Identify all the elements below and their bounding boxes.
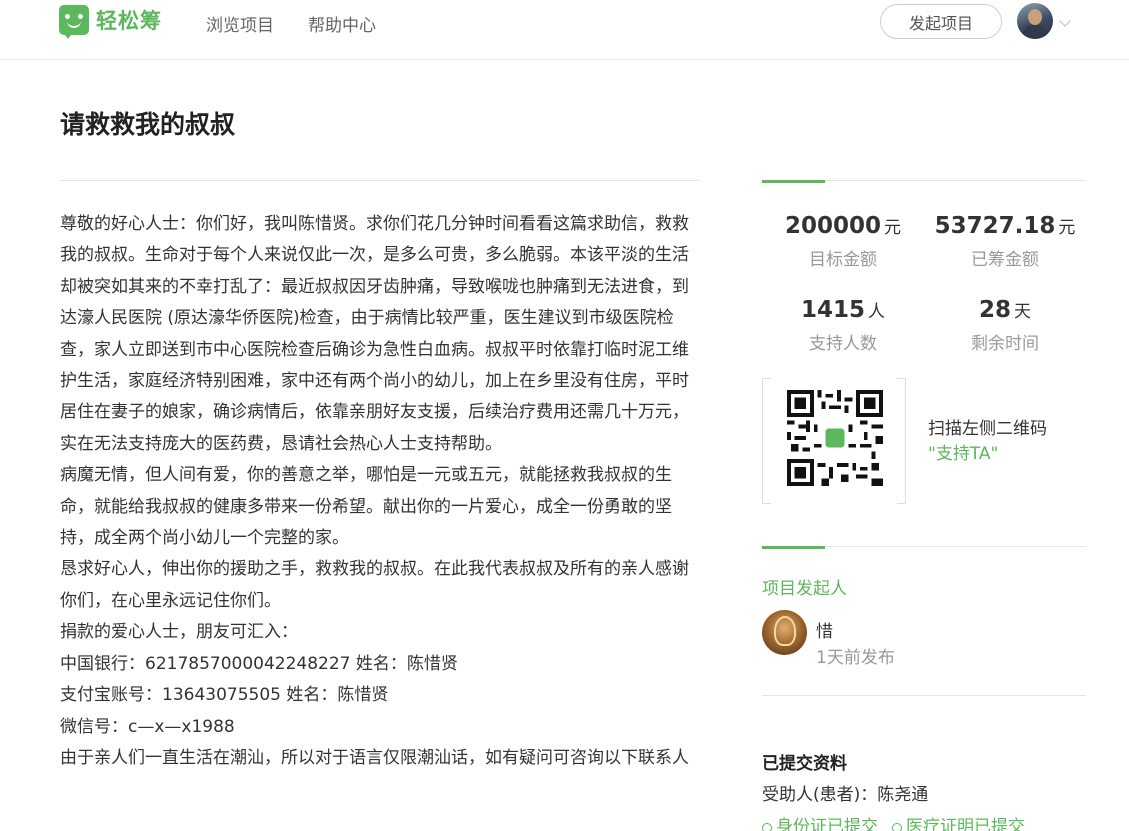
initiator-divider bbox=[825, 546, 1086, 547]
initiator-avatar[interactable] bbox=[762, 610, 807, 655]
user-avatar[interactable] bbox=[1017, 3, 1053, 39]
stat-target-unit: 元 bbox=[884, 218, 902, 238]
initiator-accent-bar bbox=[762, 546, 825, 549]
stat-target-label: 目标金额 bbox=[809, 250, 877, 270]
stats-accent-bar bbox=[762, 180, 825, 183]
stats-divider bbox=[825, 180, 1086, 181]
stat-raised-value: 53727.18 bbox=[934, 213, 1056, 239]
docs-section-title: 已提交资料 bbox=[762, 754, 847, 774]
scan-line: 扫描左侧二维码 bbox=[928, 419, 1047, 439]
doc-badges: 身份证已提交 医疗证明已提交 bbox=[762, 812, 1025, 831]
initiator-name[interactable]: 惜 bbox=[816, 617, 833, 642]
medical-proof-badge-label: 医疗证明已提交 bbox=[906, 817, 1025, 831]
stat-supporters: 1415 人 支持人数 bbox=[762, 297, 924, 354]
check-icon bbox=[762, 823, 772, 831]
stat-remaining: 28 天 剩余时间 bbox=[924, 297, 1086, 354]
top-header: 轻松筹 浏览项目 帮助中心 发起项目 bbox=[0, 0, 1129, 60]
nav-help-center[interactable]: 帮助中心 bbox=[308, 11, 376, 36]
id-card-badge: 身份证已提交 bbox=[762, 812, 878, 831]
logo-text: 轻松筹 bbox=[96, 9, 162, 33]
stat-target: 200000 元 目标金额 bbox=[762, 213, 924, 270]
site-logo[interactable]: 轻松筹 bbox=[59, 5, 162, 39]
start-project-button[interactable]: 发起项目 bbox=[880, 4, 1002, 39]
check-icon bbox=[892, 823, 902, 831]
qr-code-icon bbox=[787, 390, 883, 486]
scan-instructions: 扫描左侧二维码 "支持TA" bbox=[928, 417, 1047, 467]
bank-account: 中国银行：6217857000042248227 姓名：陈惜贤 bbox=[60, 653, 458, 674]
logo-chat-icon bbox=[59, 5, 89, 39]
nav-browse-projects[interactable]: 浏览项目 bbox=[206, 11, 274, 36]
stat-raised: 53727.18 元 已筹金额 bbox=[924, 213, 1086, 270]
alipay-account: 支付宝账号：13643075505 姓名：陈惜贤 bbox=[60, 685, 389, 706]
stat-supporters-unit: 人 bbox=[868, 302, 885, 322]
stat-supporters-value: 1415 bbox=[800, 297, 865, 323]
qr-code-frame bbox=[762, 378, 906, 504]
initiator-section-title: 项目发起人 bbox=[762, 579, 847, 599]
content-divider bbox=[60, 180, 699, 181]
id-card-badge-label: 身份证已提交 bbox=[776, 817, 878, 831]
support-link[interactable]: "支持TA" bbox=[928, 442, 1047, 467]
stat-supporters-label: 支持人数 bbox=[809, 334, 877, 354]
wechat-id: 微信号：c—x—x1988 bbox=[60, 716, 235, 737]
stat-raised-unit: 元 bbox=[1058, 218, 1076, 238]
story-text: 尊敬的好心人士：你们好，我叫陈惜贤。求你们花几分钟时间看看这篇求助信，救救我的叔… bbox=[60, 209, 700, 774]
stat-remaining-unit: 天 bbox=[1014, 302, 1031, 322]
beneficiary-info: 受助人(患者)：陈尧通 bbox=[762, 785, 929, 805]
chevron-down-icon[interactable] bbox=[1059, 15, 1071, 27]
story-paragraph: 病魔无情，但人间有爱，你的善意之举，哪怕是一元或五元，就能拯救我叔叔的生命，就能… bbox=[60, 465, 672, 549]
stat-raised-label: 已筹金额 bbox=[971, 250, 1039, 270]
page-title: 请救救我的叔叔 bbox=[60, 110, 236, 139]
stat-target-value: 200000 bbox=[784, 213, 882, 239]
stat-remaining-value: 28 bbox=[978, 297, 1011, 323]
initiator-publish-time: 1天前发布 bbox=[816, 648, 895, 668]
initiator-bottom-divider bbox=[762, 695, 1086, 696]
story-paragraph: 捐款的爱心人士，朋友可汇入： bbox=[60, 622, 298, 643]
story-paragraph: 由于亲人们一直生活在潮汕，所以对于语言仅限潮汕话，如有疑问可咨询以下联系人 bbox=[60, 747, 689, 768]
medical-proof-badge: 医疗证明已提交 bbox=[892, 812, 1025, 831]
story-paragraph: 尊敬的好心人士：你们好，我叫陈惜贤。求你们花几分钟时间看看这篇求助信，救救我的叔… bbox=[60, 214, 689, 454]
stat-remaining-label: 剩余时间 bbox=[971, 334, 1039, 354]
story-paragraph: 恳求好心人，伸出你的援助之手，救救我的叔叔。在此我代表叔叔及所有的亲人感谢你们，… bbox=[60, 559, 689, 611]
